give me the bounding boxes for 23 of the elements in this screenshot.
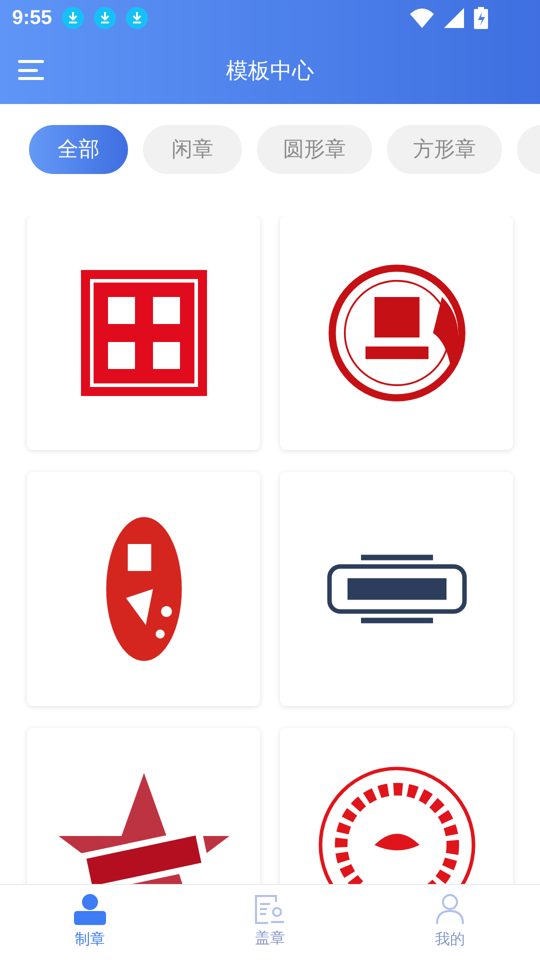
battery-icon [474,7,488,29]
clock-time: 9:55 [12,6,52,31]
category-tab[interactable]: 方形章 [387,125,502,174]
nav-tab[interactable]: 制章 [0,885,180,960]
download-icon [62,7,84,29]
template-card[interactable] [27,216,260,450]
category-tab[interactable]: 全部 [29,125,128,174]
nav-tab[interactable]: 我的 [360,885,540,960]
stamp-icon [73,893,107,926]
category-tab[interactable]: 圆形章 [257,125,372,174]
download-icon [94,7,116,29]
signal-icon [444,8,464,28]
template-card[interactable] [27,472,260,706]
template-card[interactable] [280,472,513,706]
menu-button[interactable] [18,59,44,81]
person-icon [435,893,465,926]
wifi-icon [410,8,434,28]
download-icon [126,7,148,29]
document-stamp-icon [254,894,286,924]
template-card[interactable] [280,216,513,450]
category-tab[interactable]: 闲章 [143,125,242,174]
page-title: 模板中心 [226,56,314,84]
nav-tab[interactable]: 盖章 [180,885,360,960]
